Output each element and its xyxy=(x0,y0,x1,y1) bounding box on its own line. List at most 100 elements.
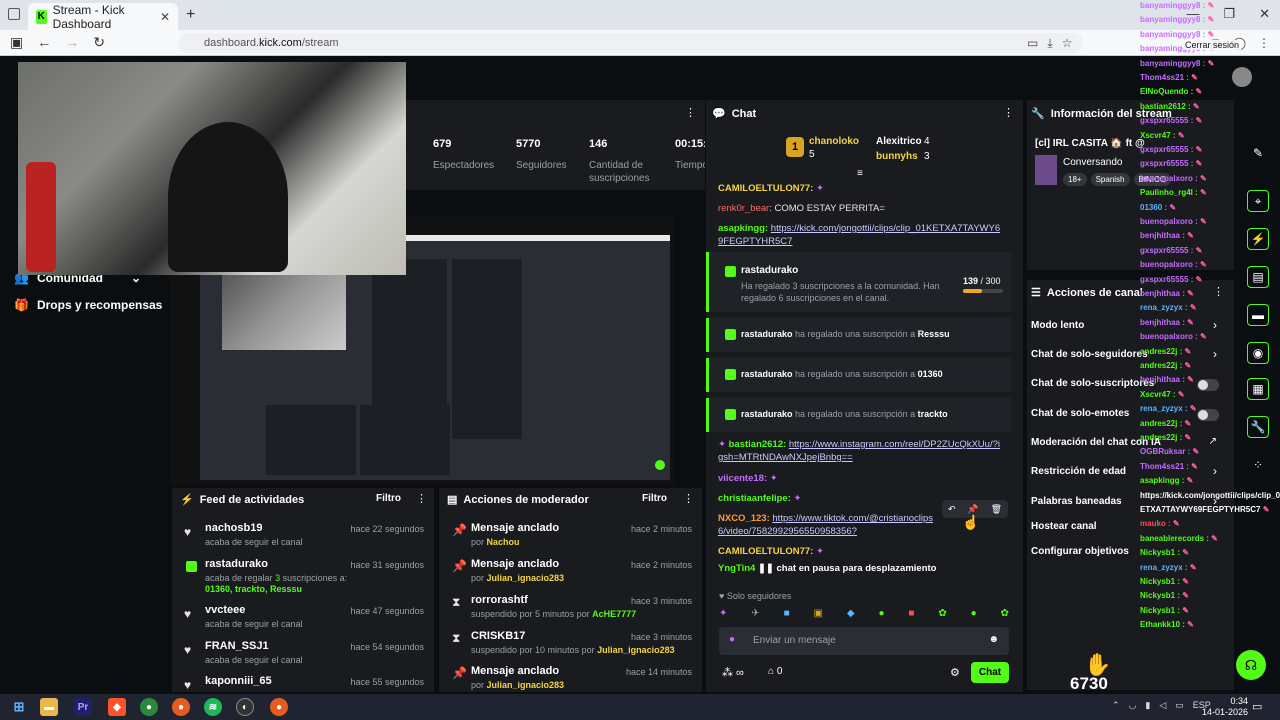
url-field[interactable]: dashboard. kick.com/stream xyxy=(178,33,1083,53)
gift-user[interactable]: rastadurako xyxy=(741,369,793,379)
new-tab-icon[interactable]: + xyxy=(186,6,195,24)
points-display[interactable]: ⌂ 0 xyxy=(768,666,782,677)
gift-user[interactable]: rastadurako xyxy=(741,409,793,419)
bookmark-star-icon[interactable]: ☆ xyxy=(1062,36,1073,51)
chat-user[interactable]: YngTin4 xyxy=(718,563,755,574)
feed-user[interactable]: rastadurako xyxy=(205,558,347,570)
gift-user[interactable]: rastadurako xyxy=(741,329,793,339)
chat-user[interactable]: christiaanfelipe: xyxy=(718,493,791,504)
close-tab-icon[interactable]: ✕ xyxy=(160,10,170,24)
stats-menu-icon[interactable]: ⋮ xyxy=(685,106,696,119)
gift-icon xyxy=(725,409,736,420)
tab-kick-dashboard[interactable]: K Stream - Kick Dashboard ✕ xyxy=(28,3,178,31)
chat-user[interactable]: NXCO_123: xyxy=(718,513,770,524)
emote-icon: ✎ xyxy=(1175,130,1185,140)
gift-target[interactable]: 01360 xyxy=(918,369,943,379)
clock[interactable]: 0:34 14-01-2026 xyxy=(1202,696,1248,718)
emote-icon[interactable]: ◆ xyxy=(847,608,855,619)
chat-user[interactable]: asapkingg: xyxy=(718,223,768,234)
mic-icon[interactable]: ● xyxy=(729,634,735,645)
feed-count: 3 xyxy=(275,573,281,583)
leader-first[interactable]: chanoloko xyxy=(809,136,859,147)
chat-paused[interactable]: YngTin4 ❚❚ chat en pausa para desplazami… xyxy=(718,562,1003,575)
chrome-icon[interactable]: ● xyxy=(140,698,158,716)
mod-action[interactable]: rorrorashtf xyxy=(471,594,636,606)
mod-who[interactable]: Nachou xyxy=(487,537,520,547)
chevron-up-icon[interactable]: ⌃ xyxy=(1112,700,1120,711)
emote-icon[interactable]: ✦ xyxy=(719,608,727,619)
stream-title[interactable]: [cl] IRL CASITA 🏠 ft @elkrys | !ig !casi… xyxy=(1035,138,1145,149)
feed-user[interactable]: kaponniii_65 xyxy=(205,675,272,687)
mod-who[interactable]: Julian_ignacio283 xyxy=(487,573,565,583)
chat-user[interactable]: CAMILOELTULON77: xyxy=(718,546,813,557)
category-name[interactable]: Conversando xyxy=(1063,157,1122,168)
delete-icon[interactable]: 🗑 xyxy=(991,504,1002,515)
sub-event-user[interactable]: rastadurako xyxy=(741,265,798,276)
download-icon[interactable]: ⤓ xyxy=(1047,36,1052,51)
firefox-dev-icon[interactable]: ● xyxy=(270,698,288,716)
leader-second[interactable]: Alexitrico xyxy=(876,136,922,147)
mod-who[interactable]: Julian_ignacio283 xyxy=(597,645,675,655)
forward-icon[interactable]: → xyxy=(65,34,79,51)
emote-icon: ✦ xyxy=(769,473,778,484)
emote-icon[interactable]: ■ xyxy=(908,608,914,619)
emote-icon[interactable]: ● xyxy=(971,608,977,619)
spotify-icon[interactable]: ≋ xyxy=(204,698,222,716)
back-icon[interactable]: ← xyxy=(37,34,51,51)
sign-out-link[interactable]: Cerrar sesión xyxy=(1183,40,1242,50)
firefox-icon[interactable]: ● xyxy=(172,698,190,716)
chat-user[interactable]: renk0r_bear xyxy=(718,203,769,214)
windows-start-icon[interactable]: ⊞ xyxy=(10,698,28,716)
feed-user[interactable]: vvcteee xyxy=(205,604,303,616)
emote-icon[interactable]: ✿ xyxy=(938,608,946,619)
chat-input[interactable]: ● Enviar un mensaje ☻ xyxy=(719,627,1009,655)
tag[interactable]: Spanish xyxy=(1090,173,1130,186)
leader-third[interactable]: bunnyhs xyxy=(876,151,918,162)
feed-body: vvcteee acaba de seguir el canal xyxy=(205,604,303,629)
emote-icon[interactable]: ✈ xyxy=(751,608,759,619)
bits-icon[interactable]: ⁂ ∞ xyxy=(722,666,744,679)
sidebar-item-drops[interactable]: 🎁 Drops y recompensas xyxy=(14,298,162,312)
emote-icon[interactable]: ● xyxy=(878,608,884,619)
emote-icon[interactable]: ▣ xyxy=(814,608,823,619)
feed-menu-icon[interactable]: ⋮ xyxy=(416,492,427,505)
emoji-icon[interactable]: ☻ xyxy=(988,634,999,645)
battery-icon[interactable]: ▭ xyxy=(1175,700,1184,711)
chat-menu-icon[interactable]: ⋮ xyxy=(1003,106,1014,119)
chat-user[interactable]: viicente18: xyxy=(718,473,767,484)
mod-who[interactable]: Julian_ignacio283 xyxy=(487,680,565,690)
gift-target[interactable]: Resssu xyxy=(918,329,950,339)
action-label: Chat de solo-suscriptores xyxy=(1031,378,1155,389)
obs-icon[interactable]: ◐ xyxy=(236,698,254,716)
volume-icon[interactable]: ◁ xyxy=(1159,700,1166,711)
screenshot-icon[interactable]: ▭ xyxy=(1027,36,1038,51)
emote-icon[interactable]: ■ xyxy=(784,608,790,619)
expand-leaderboard-icon[interactable]: ≡ xyxy=(857,168,863,179)
tab-actions-icon[interactable] xyxy=(8,8,20,20)
chat-user[interactable]: bastian2612: xyxy=(729,439,787,450)
notifications-icon[interactable]: ▭ xyxy=(1252,700,1262,713)
emote-icon[interactable]: ✿ xyxy=(1001,608,1009,619)
feed-user[interactable]: nachosb19 xyxy=(205,522,303,534)
mod-filter-button[interactable]: Filtro xyxy=(642,493,667,504)
mod-who[interactable]: AcHE7777 xyxy=(592,609,636,619)
tag[interactable]: 18+ xyxy=(1063,173,1087,186)
feed-filter-button[interactable]: Filtro xyxy=(376,493,401,504)
sidebar-toggle-icon[interactable]: ▣ xyxy=(10,34,23,51)
gift-target[interactable]: trackto xyxy=(918,409,948,419)
stat-subs: 146 Cantidad de suscripciones xyxy=(589,138,669,185)
mod-menu-icon[interactable]: ⋮ xyxy=(683,492,694,505)
premiere-icon[interactable]: Pr xyxy=(74,698,92,716)
chat-settings-icon[interactable]: ⚙ xyxy=(950,666,960,679)
chat-user[interactable]: CAMILOELTULON77: xyxy=(718,183,813,194)
usb-icon[interactable]: ▮ xyxy=(1145,700,1150,711)
reply-icon[interactable]: ↶ xyxy=(948,504,956,515)
send-chat-button[interactable]: Chat xyxy=(971,662,1009,683)
category-thumbnail[interactable] xyxy=(1035,155,1057,185)
brave-icon[interactable]: ◆ xyxy=(108,698,126,716)
feed-user[interactable]: FRAN_SSJ1 xyxy=(205,640,303,652)
pin-icon[interactable]: 📌 xyxy=(967,504,978,515)
reload-icon[interactable]: ↻ xyxy=(93,34,105,51)
wifi-icon[interactable]: ◡ xyxy=(1129,700,1137,711)
file-explorer-icon[interactable]: ▬ xyxy=(40,698,58,716)
